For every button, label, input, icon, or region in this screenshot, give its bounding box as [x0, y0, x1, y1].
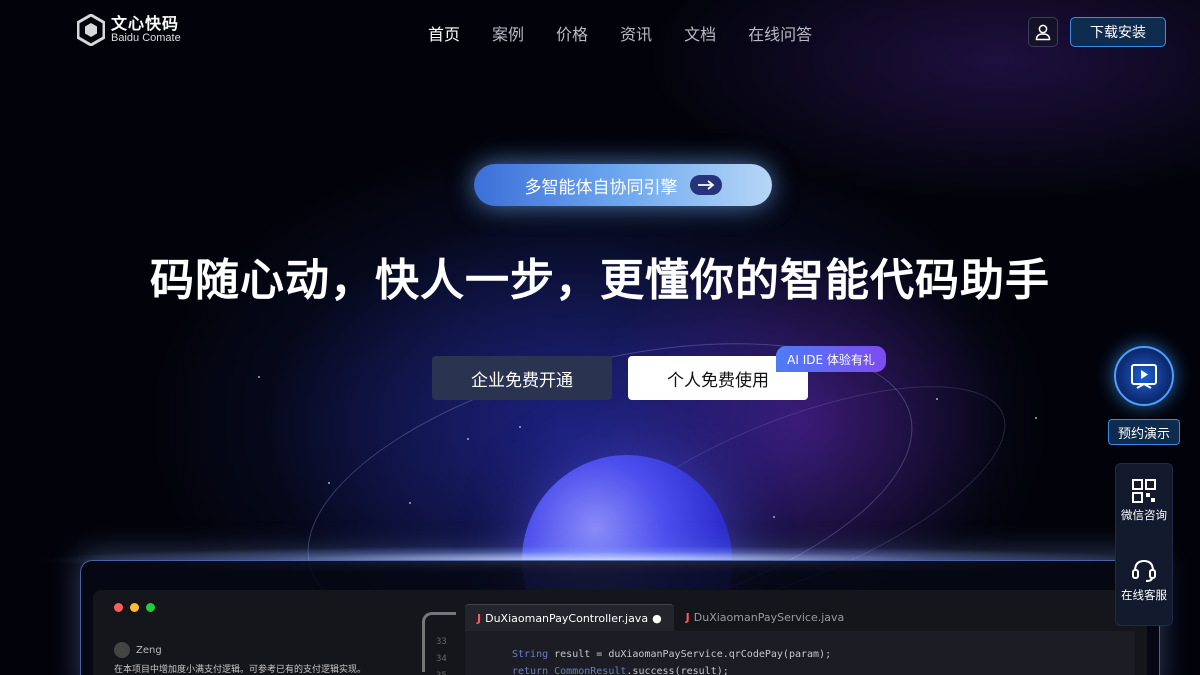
editor-tabs: J DuXiaomanPayController.java ● J DuXiao…	[465, 604, 856, 631]
unsaved-dot-icon: ●	[652, 611, 662, 625]
hero-title: 码随心动，快人一步，更懂你的智能代码助手	[150, 255, 1050, 306]
java-file-icon: J	[685, 611, 690, 624]
chat-message: 在本项目中增加度小满支付逻辑。可参考已有的支付逻辑实现。	[114, 665, 367, 675]
star	[409, 502, 411, 504]
code-keyword: return	[512, 666, 549, 675]
chat-user: Zeng	[114, 642, 162, 658]
logo-title: 文心快码	[111, 14, 180, 33]
code-class: CommonResult	[548, 666, 627, 675]
multi-agent-engine-pill[interactable]: 多智能体自协同引擎	[474, 164, 772, 206]
online-service-button[interactable]: 在线客服	[1115, 556, 1173, 603]
download-install-button[interactable]: 下载安装	[1070, 17, 1166, 47]
demo-video-button[interactable]	[1114, 346, 1174, 406]
nav-item-cases[interactable]: 案例	[492, 21, 524, 45]
comate-logo-icon	[76, 13, 106, 47]
star	[1035, 417, 1037, 419]
minimize-dot	[130, 603, 139, 612]
line-numbers: 33 34 35	[436, 634, 447, 675]
code-content: String result = duXiaomanPayService.qrCo…	[512, 646, 831, 675]
avatar	[114, 642, 130, 658]
java-file-icon: J	[477, 611, 482, 625]
pill-label: 多智能体自协同引擎	[524, 177, 678, 198]
enterprise-free-button[interactable]: 企业免费开通	[432, 356, 612, 400]
ai-ide-promo-badge: AI IDE 体验有礼	[776, 346, 886, 372]
nav-item-home[interactable]: 首页	[428, 21, 460, 45]
tab-label: DuXiaomanPayService.java	[693, 611, 845, 624]
nav-item-qa[interactable]: 在线问答	[748, 21, 812, 45]
book-demo-button[interactable]: 预约演示	[1108, 419, 1180, 445]
code-line: String result = duXiaomanPayService.qrCo…	[512, 646, 831, 663]
main-nav: 首页 案例 价格 资讯 文档 在线问答	[428, 21, 812, 45]
star	[258, 376, 260, 378]
star	[328, 482, 330, 484]
user-login-button[interactable]	[1028, 17, 1058, 47]
arrow-right-icon	[689, 175, 722, 195]
line-number: 33	[436, 637, 447, 647]
star	[467, 438, 469, 440]
star	[936, 398, 938, 400]
wechat-consult-button[interactable]: 微信咨询	[1115, 478, 1173, 523]
code-text: result = duXiaomanPayService.qrCodePay(p…	[548, 649, 832, 660]
maximize-dot	[146, 603, 155, 612]
online-service-label: 在线客服	[1121, 588, 1167, 602]
line-number: 35	[436, 668, 447, 675]
star	[773, 516, 775, 518]
tab-service[interactable]: J DuXiaomanPayService.java	[674, 604, 857, 631]
nav-item-docs[interactable]: 文档	[684, 21, 716, 45]
headset-icon	[1132, 559, 1156, 582]
site-header: 文心快码 Baidu Comate 首页 案例 价格 资讯 文档 在线问答 下载…	[0, 0, 1200, 64]
nav-item-pricing[interactable]: 价格	[556, 21, 588, 45]
qr-code-icon	[1132, 479, 1156, 503]
window-controls	[114, 603, 155, 612]
play-screen-icon	[1131, 364, 1157, 389]
logo-subtitle: Baidu Comate	[111, 32, 181, 44]
code-text: .success(result);	[626, 666, 729, 675]
star	[519, 426, 521, 428]
nav-item-news[interactable]: 资讯	[620, 21, 652, 45]
chat-user-name: Zeng	[136, 644, 162, 656]
logo[interactable]: 文心快码 Baidu Comate	[76, 13, 181, 47]
wechat-consult-label: 微信咨询	[1121, 508, 1167, 522]
line-number: 34	[436, 654, 447, 664]
user-icon	[1035, 24, 1051, 41]
code-line: return CommonResult.success(result);	[512, 663, 831, 675]
code-keyword: String	[512, 649, 549, 660]
close-dot	[114, 603, 123, 612]
tab-controller[interactable]: J DuXiaomanPayController.java ●	[465, 604, 674, 631]
tab-label: DuXiaomanPayController.java	[485, 611, 649, 625]
